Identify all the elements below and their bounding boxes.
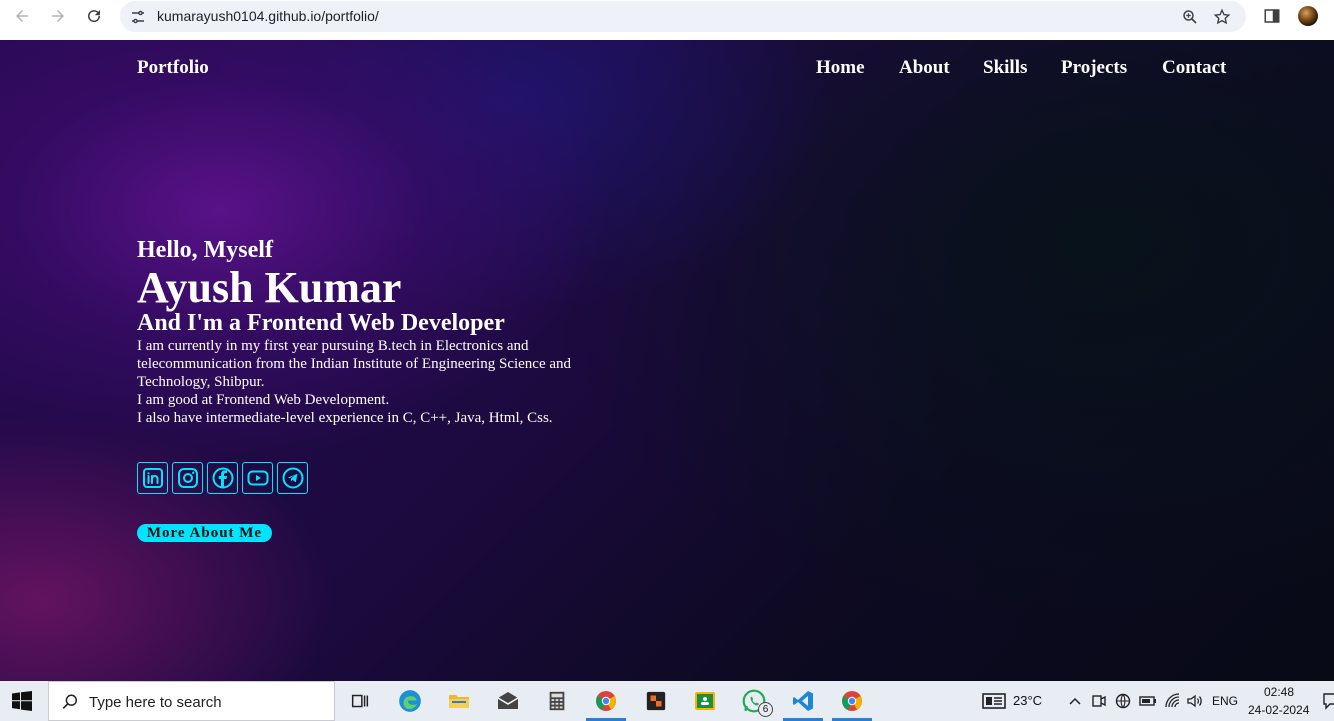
calculator-icon[interactable] [537,685,577,717]
search-icon [61,693,79,711]
nav-contact[interactable]: Contact [1162,57,1226,79]
notification-icon[interactable] [1322,692,1334,710]
portfolio-hero: Portfolio Home About Skills Projects Con… [0,40,1334,681]
telegram-icon[interactable] [277,462,308,494]
back-icon[interactable] [11,5,33,27]
taskbar-search[interactable]: Type here to search [48,681,335,721]
windows-start-icon[interactable] [12,691,32,711]
weather-icon[interactable] [982,691,1006,711]
bookmark-star-icon[interactable] [1213,8,1231,26]
youtube-icon[interactable] [242,462,273,494]
chevron-up-icon[interactable] [1068,694,1082,708]
more-about-me-button[interactable]: More About Me [137,524,272,542]
search-placeholder[interactable]: Type here to search [89,694,222,711]
nav-projects[interactable]: Projects [1061,57,1127,79]
whatsapp-badge: 6 [758,702,773,717]
chrome-icon[interactable] [832,685,872,721]
nav-about[interactable]: About [899,57,950,79]
zoom-icon[interactable] [1181,8,1199,26]
profile-avatar[interactable] [1298,6,1318,26]
wifi-icon[interactable] [1164,692,1182,710]
file-explorer-icon[interactable] [439,685,479,717]
facebook-icon[interactable] [207,462,238,494]
hero-name: Ayush Kumar [137,263,402,312]
main-nav: Home About Skills Projects Contact [0,57,1334,83]
weather-temp[interactable]: 23°C [1013,693,1042,708]
vscode-icon[interactable] [783,685,823,721]
greeting-text: Hello, Myself [137,237,273,263]
clock-date[interactable]: 24-02-2024 [1248,703,1309,717]
hero-role: And I'm a Frontend Web Developer [137,310,505,336]
bio-line: I am good at Frontend Web Development. [137,392,390,408]
bio-line: I am currently in my first year pursuing… [137,338,572,390]
browser-toolbar: kumarayush0104.github.io/portfolio/ [0,0,1334,40]
site-info-icon[interactable] [130,9,146,25]
bio-line: I also have intermediate-level experienc… [137,410,553,426]
mail-icon[interactable] [488,685,528,717]
address-bar[interactable]: kumarayush0104.github.io/portfolio/ [120,1,1246,32]
forward-icon[interactable] [47,5,69,27]
instagram-icon[interactable] [172,462,203,494]
edge-icon[interactable] [390,685,430,717]
whatsapp-icon[interactable]: 6 [734,685,774,717]
chrome-active-icon[interactable] [586,685,626,721]
language-indicator[interactable]: ENG [1212,694,1238,708]
clock-time[interactable]: 02:48 [1264,685,1294,699]
office-app-icon[interactable] [636,685,676,717]
nav-skills[interactable]: Skills [983,57,1027,79]
meet-now-icon[interactable] [1092,693,1106,709]
task-view-icon[interactable] [340,685,380,717]
battery-icon[interactable] [1139,693,1157,709]
volume-icon[interactable] [1186,692,1204,710]
nav-home[interactable]: Home [816,57,865,79]
url-text[interactable]: kumarayush0104.github.io/portfolio/ [157,8,379,24]
side-panel-icon[interactable] [1263,7,1281,25]
bio-text: I am currently in my first year pursuing… [137,337,607,427]
classroom-icon[interactable] [685,685,725,717]
social-links [137,462,308,494]
intro-section: Hello, Myself Ayush Kumar And I'm a Fron… [137,237,607,427]
windows-taskbar: Type here to search 6 23°C ENG 02:48 24-… [0,681,1334,721]
linkedin-icon[interactable] [137,462,168,494]
reload-icon[interactable] [83,5,105,27]
network-globe-icon[interactable] [1114,692,1132,710]
